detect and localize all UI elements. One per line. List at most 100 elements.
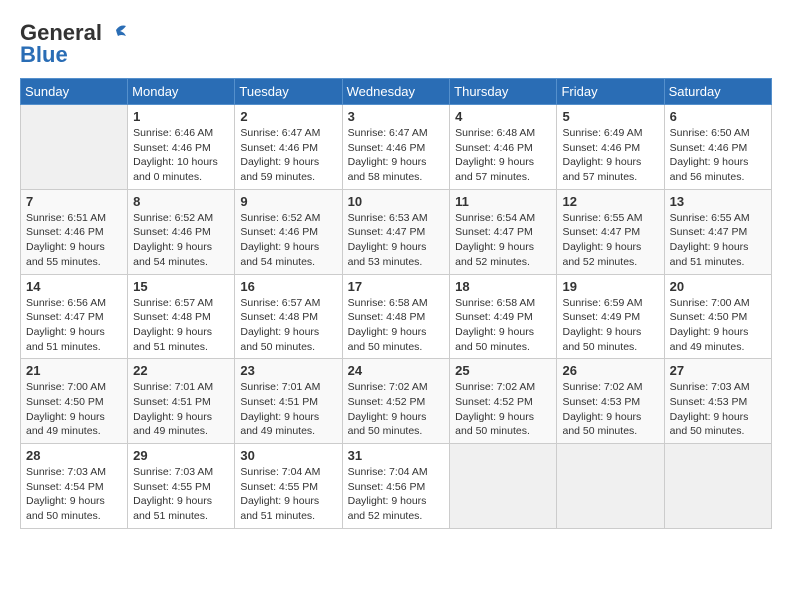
week-row-3: 14 Sunrise: 6:56 AMSunset: 4:47 PMDayligh… (21, 274, 772, 359)
day-number: 20 (670, 279, 766, 294)
calendar-cell: 6 Sunrise: 6:50 AMSunset: 4:46 PMDaylight… (664, 105, 771, 190)
day-number: 25 (455, 363, 551, 378)
cell-content: Sunrise: 7:02 AMSunset: 4:52 PMDaylight:… (455, 380, 551, 439)
cell-content: Sunrise: 6:50 AMSunset: 4:46 PMDaylight:… (670, 126, 766, 185)
cell-content: Sunrise: 6:58 AMSunset: 4:48 PMDaylight:… (348, 296, 445, 355)
calendar-cell: 3Sunrise: 6:47 AMSunset: 4:46 PMDaylight… (342, 105, 450, 190)
cell-content: Sunrise: 6:58 AMSunset: 4:49 PMDaylight:… (455, 296, 551, 355)
day-number: 14 (26, 279, 122, 294)
day-header-friday: Friday (557, 79, 664, 105)
day-number: 13 (670, 194, 766, 209)
calendar-cell: 1Sunrise: 6:46 AMSunset: 4:46 PMDaylight… (128, 105, 235, 190)
cell-content: Sunrise: 6:54 AMSunset: 4:47 PMDaylight:… (455, 211, 551, 270)
calendar-cell: 13Sunrise: 6:55 AMSunset: 4:47 PMDayligh… (664, 189, 771, 274)
week-row-4: 21Sunrise: 7:00 AMSunset: 4:50 PMDayligh… (21, 359, 772, 444)
cell-content: Sunrise: 6:47 AMSunset: 4:46 PMDaylight:… (240, 126, 336, 185)
day-number: 5 (562, 109, 658, 124)
logo-bird-icon (106, 22, 128, 44)
cell-content: Sunrise: 6:52 AMSunset: 4:46 PMDaylight:… (133, 211, 229, 270)
day-header-tuesday: Tuesday (235, 79, 342, 105)
day-number: 2 (240, 109, 336, 124)
day-number: 27 (670, 363, 766, 378)
day-number: 29 (133, 448, 229, 463)
day-number: 12 (562, 194, 658, 209)
week-row-2: 7 Sunrise: 6:51 AMSunset: 4:46 PMDaylight… (21, 189, 772, 274)
day-number: 4 (455, 109, 551, 124)
calendar-cell (450, 444, 557, 529)
cell-content: Sunrise: 7:00 AMSunset: 4:50 PMDaylight:… (670, 296, 766, 355)
day-number: 22 (133, 363, 229, 378)
day-number: 28 (26, 448, 122, 463)
calendar-cell: 30 Sunrise: 7:04 AMSunset: 4:55 PMDayligh… (235, 444, 342, 529)
day-number: 30 (240, 448, 336, 463)
cell-content: Sunrise: 6:52 AMSunset: 4:46 PMDaylight:… (240, 211, 336, 270)
calendar-cell (557, 444, 664, 529)
cell-content: Sunrise: 7:02 AMSunset: 4:52 PMDaylight:… (348, 380, 445, 439)
cell-content: Sunrise: 6:53 AMSunset: 4:47 PMDaylight:… (348, 211, 445, 270)
calendar-cell: 15Sunrise: 6:57 AMSunset: 4:48 PMDayligh… (128, 274, 235, 359)
cell-content: Sunrise: 7:04 AMSunset: 4:55 PMDaylight:… (240, 465, 336, 524)
calendar-header: SundayMondayTuesdayWednesdayThursdayFrid… (21, 79, 772, 105)
calendar-cell: 25 Sunrise: 7:02 AMSunset: 4:52 PMDayligh… (450, 359, 557, 444)
day-number: 18 (455, 279, 551, 294)
cell-content: Sunrise: 6:49 AMSunset: 4:46 PMDaylight:… (562, 126, 658, 185)
calendar-cell: 14 Sunrise: 6:56 AMSunset: 4:47 PMDayligh… (21, 274, 128, 359)
day-number: 8 (133, 194, 229, 209)
cell-content: Sunrise: 7:01 AMSunset: 4:51 PMDaylight:… (133, 380, 229, 439)
cell-content: Sunrise: 6:57 AMSunset: 4:48 PMDaylight:… (133, 296, 229, 355)
cell-content: Sunrise: 6:48 AMSunset: 4:46 PMDaylight:… (455, 126, 551, 185)
calendar-cell: 28 Sunrise: 7:03 AMSunset: 4:54 PMDayligh… (21, 444, 128, 529)
cell-content: Sunrise: 7:02 AMSunset: 4:53 PMDaylight:… (562, 380, 658, 439)
day-number: 16 (240, 279, 336, 294)
calendar-cell: 5 Sunrise: 6:49 AMSunset: 4:46 PMDaylight… (557, 105, 664, 190)
cell-content: Sunrise: 6:51 AMSunset: 4:46 PMDaylight:… (26, 211, 122, 270)
page: General Blue SundayMondayTuesdayWednesda… (0, 0, 792, 612)
logo: General Blue (20, 20, 128, 68)
day-number: 9 (240, 194, 336, 209)
day-number: 10 (348, 194, 445, 209)
day-number: 31 (348, 448, 445, 463)
calendar-cell: 16Sunrise: 6:57 AMSunset: 4:48 PMDayligh… (235, 274, 342, 359)
week-row-1: 1Sunrise: 6:46 AMSunset: 4:46 PMDaylight… (21, 105, 772, 190)
cell-content: Sunrise: 7:04 AMSunset: 4:56 PMDaylight:… (348, 465, 445, 524)
cell-content: Sunrise: 7:00 AMSunset: 4:50 PMDaylight:… (26, 380, 122, 439)
day-number: 26 (562, 363, 658, 378)
calendar-cell: 18 Sunrise: 6:58 AMSunset: 4:49 PMDayligh… (450, 274, 557, 359)
cell-content: Sunrise: 6:56 AMSunset: 4:47 PMDaylight:… (26, 296, 122, 355)
calendar-body: 1Sunrise: 6:46 AMSunset: 4:46 PMDaylight… (21, 105, 772, 529)
calendar-cell: 9 Sunrise: 6:52 AMSunset: 4:46 PMDaylight… (235, 189, 342, 274)
calendar-cell: 27 Sunrise: 7:03 AMSunset: 4:53 PMDayligh… (664, 359, 771, 444)
calendar-cell (664, 444, 771, 529)
cell-content: Sunrise: 6:55 AMSunset: 4:47 PMDaylight:… (562, 211, 658, 270)
day-number: 24 (348, 363, 445, 378)
day-header-wednesday: Wednesday (342, 79, 450, 105)
day-number: 17 (348, 279, 445, 294)
calendar-cell: 29 Sunrise: 7:03 AMSunset: 4:55 PMDayligh… (128, 444, 235, 529)
cell-content: Sunrise: 7:03 AMSunset: 4:55 PMDaylight:… (133, 465, 229, 524)
day-header-thursday: Thursday (450, 79, 557, 105)
header: General Blue (20, 20, 772, 68)
calendar-table: SundayMondayTuesdayWednesdayThursdayFrid… (20, 78, 772, 529)
day-number: 6 (670, 109, 766, 124)
calendar-cell: 8 Sunrise: 6:52 AMSunset: 4:46 PMDaylight… (128, 189, 235, 274)
calendar-cell: 26 Sunrise: 7:02 AMSunset: 4:53 PMDayligh… (557, 359, 664, 444)
cell-content: Sunrise: 7:03 AMSunset: 4:54 PMDaylight:… (26, 465, 122, 524)
calendar-cell: 31 Sunrise: 7:04 AMSunset: 4:56 PMDayligh… (342, 444, 450, 529)
day-header-monday: Monday (128, 79, 235, 105)
logo-blue: Blue (20, 42, 68, 68)
calendar-cell: 2 Sunrise: 6:47 AMSunset: 4:46 PMDaylight… (235, 105, 342, 190)
calendar-cell: 17 Sunrise: 6:58 AMSunset: 4:48 PMDayligh… (342, 274, 450, 359)
cell-content: Sunrise: 6:46 AMSunset: 4:46 PMDaylight:… (133, 126, 229, 185)
calendar-cell: 22 Sunrise: 7:01 AMSunset: 4:51 PMDayligh… (128, 359, 235, 444)
cell-content: Sunrise: 7:03 AMSunset: 4:53 PMDaylight:… (670, 380, 766, 439)
week-row-5: 28 Sunrise: 7:03 AMSunset: 4:54 PMDayligh… (21, 444, 772, 529)
calendar-cell: 10 Sunrise: 6:53 AMSunset: 4:47 PMDayligh… (342, 189, 450, 274)
day-header-saturday: Saturday (664, 79, 771, 105)
calendar-cell: 4 Sunrise: 6:48 AMSunset: 4:46 PMDaylight… (450, 105, 557, 190)
cell-content: Sunrise: 7:01 AMSunset: 4:51 PMDaylight:… (240, 380, 336, 439)
day-header-sunday: Sunday (21, 79, 128, 105)
calendar-cell: 11 Sunrise: 6:54 AMSunset: 4:47 PMDayligh… (450, 189, 557, 274)
calendar-cell: 24 Sunrise: 7:02 AMSunset: 4:52 PMDayligh… (342, 359, 450, 444)
day-number: 11 (455, 194, 551, 209)
day-number: 7 (26, 194, 122, 209)
